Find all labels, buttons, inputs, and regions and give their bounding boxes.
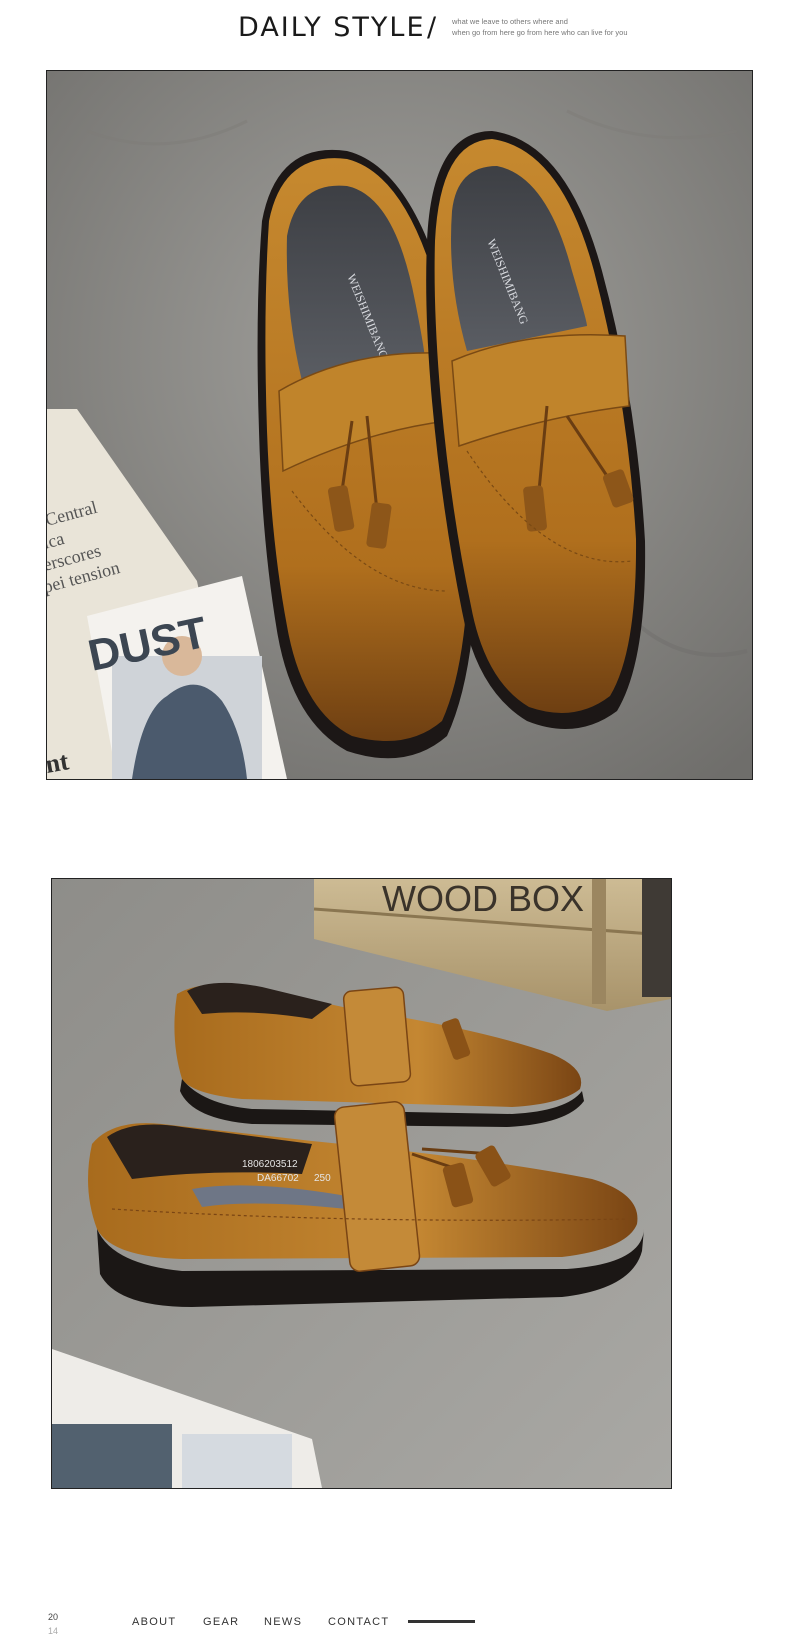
svg-text:1806203512: 1806203512: [242, 1159, 298, 1170]
nav-gear[interactable]: GEAR: [203, 1616, 239, 1628]
loafers-side-view-illustration: WOOD BOX 1806203512 DA66702 250: [52, 879, 671, 1488]
nav-news[interactable]: NEWS: [264, 1616, 302, 1628]
nav-bar: 20 14 ABOUT GEAR NEWS CONTACT: [0, 800, 790, 1636]
tagline-line-1: what we leave to others where and: [452, 17, 568, 26]
product-photo-top-view: DUST Central ica erscores pei tension nt…: [46, 70, 753, 780]
svg-text:DA66702: DA66702: [257, 1173, 299, 1184]
nav-rule: [408, 1620, 475, 1623]
tagline: what we leave to others where and when g…: [452, 16, 752, 38]
title-separator: /: [427, 12, 437, 43]
nav-contact[interactable]: CONTACT: [328, 1616, 389, 1628]
year-mark: 20 14: [47, 1612, 59, 1636]
svg-text:250: 250: [314, 1173, 331, 1184]
svg-text:WOOD BOX: WOOD BOX: [382, 879, 584, 919]
product-photo-side-view: WOOD BOX 1806203512 DA66702 250: [51, 878, 672, 1489]
loafers-top-view-illustration: DUST Central ica erscores pei tension nt…: [47, 71, 752, 779]
nav-about[interactable]: ABOUT: [132, 1616, 176, 1628]
page-header: DAILY STYLE / what we leave to others wh…: [0, 0, 790, 62]
year-bottom: 14: [47, 1626, 58, 1636]
tagline-line-2: when go from here go from here who can l…: [452, 28, 628, 37]
year-top: 20: [47, 1612, 58, 1622]
page-title: DAILY STYLE: [238, 12, 426, 43]
